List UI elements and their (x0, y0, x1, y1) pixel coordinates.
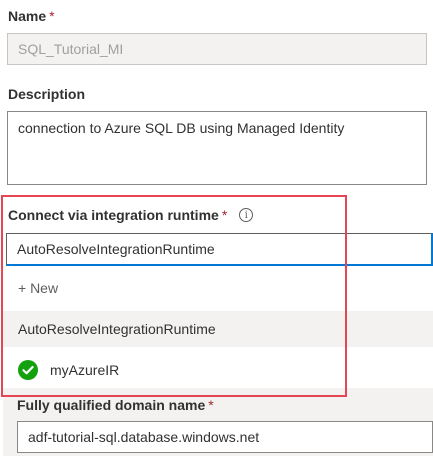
dropdown-option-autoresolve-label: AutoResolveIntegrationRuntime (18, 321, 216, 337)
description-label: Description (8, 86, 86, 102)
name-required-marker: * (49, 8, 55, 24)
description-value: connection to Azure SQL DB using Managed… (18, 120, 345, 136)
fqdn-label: Fully qualified domain name * (17, 397, 214, 413)
name-input[interactable]: SQL_Tutorial_MI (7, 33, 427, 65)
dropdown-option-autoresolve[interactable]: AutoResolveIntegrationRuntime (3, 311, 433, 347)
dropdown-option-new[interactable]: + New (3, 272, 433, 304)
fqdn-input[interactable]: adf-tutorial-sql.database.windows.net (17, 421, 433, 453)
dropdown-option-new-label: + New (18, 280, 59, 296)
dropdown-option-myazureir[interactable]: myAzureIR (3, 352, 433, 388)
info-icon[interactable]: i (239, 208, 254, 222)
name-input-value: SQL_Tutorial_MI (18, 41, 124, 57)
description-textarea[interactable]: connection to Azure SQL DB using Managed… (7, 111, 427, 185)
fqdn-label-text: Fully qualified domain name (17, 397, 206, 413)
runtime-required-marker: * (221, 207, 228, 223)
fqdn-required-marker: * (208, 397, 214, 413)
dropdown-option-myazureir-label: myAzureIR (50, 362, 120, 378)
name-label-text: Name (8, 8, 47, 24)
runtime-label-text: Connect via integration runtime (8, 207, 219, 223)
fqdn-input-value: adf-tutorial-sql.database.windows.net (28, 429, 260, 445)
check-circle-icon (18, 360, 38, 380)
runtime-label: Connect via integration runtime * i (8, 207, 254, 223)
name-label: Name * (8, 8, 55, 24)
runtime-dropdown[interactable]: AutoResolveIntegrationRuntime (6, 233, 433, 266)
runtime-selected-value: AutoResolveIntegrationRuntime (17, 241, 215, 257)
